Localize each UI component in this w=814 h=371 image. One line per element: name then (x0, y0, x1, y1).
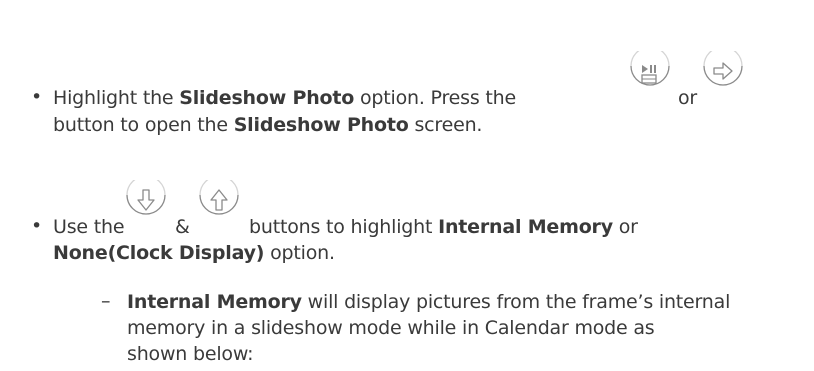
text: buttons to highlight (249, 216, 439, 238)
bold-text: None(Clock Display) (53, 242, 265, 264)
text: or (612, 216, 638, 238)
subitem-line3: shown below: (127, 343, 254, 365)
bold-text: Internal Memory (127, 291, 302, 313)
bullet2-line1: buttons to highlight Internal Memory or (249, 215, 638, 239)
down-arrow-button-icon (124, 180, 168, 224)
or-text: or (678, 87, 698, 109)
bold-text: Slideshow Photo (179, 87, 355, 109)
bullet-marker: • (31, 86, 43, 108)
dash-marker: – (101, 290, 111, 312)
bullet-marker: • (31, 215, 43, 237)
text: option. (264, 242, 335, 264)
text: screen. (408, 114, 483, 136)
text: option. Press the (354, 87, 516, 109)
ampersand-text: & (175, 216, 190, 238)
bold-text: Internal Memory (438, 216, 613, 238)
subitem-line2: memory in a slideshow mode while in Cale… (127, 317, 655, 339)
bullet2-line2: None(Clock Display) option. (53, 241, 335, 265)
right-arrow-button-icon (701, 51, 745, 95)
text: Highlight the (53, 87, 180, 109)
up-arrow-button-icon (197, 180, 241, 224)
bold-text: Slideshow Photo (233, 114, 409, 136)
text: will display pictures from the frame’s i… (301, 291, 731, 313)
text: button to open the (53, 114, 234, 136)
play-pause-button-icon (628, 51, 672, 95)
subitem-line1: Internal Memory will display pictures fr… (127, 290, 730, 314)
bullet1-line2: button to open the Slideshow Photo scree… (53, 113, 482, 137)
bullet1-line1: Highlight the Slideshow Photo option. Pr… (53, 86, 516, 110)
text: Use the (53, 216, 125, 238)
